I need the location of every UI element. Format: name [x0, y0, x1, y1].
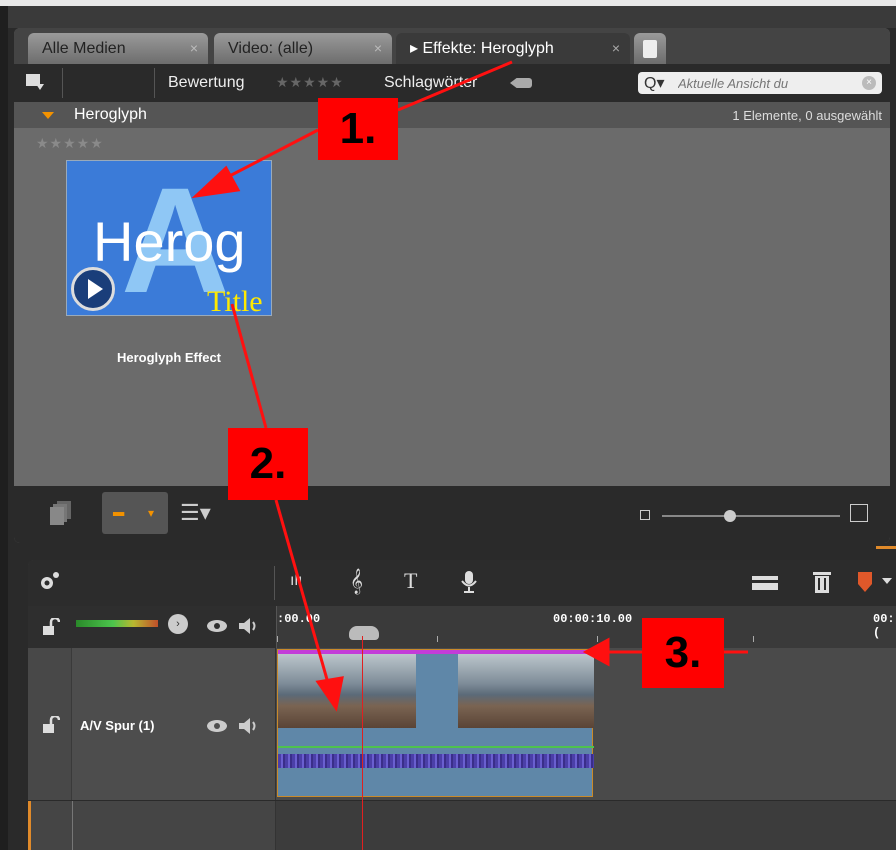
- ruler-tick: [597, 636, 598, 642]
- audio-mixer-icon[interactable]: ılı: [290, 572, 302, 590]
- ruler-tick: [277, 636, 278, 642]
- divider: [154, 68, 155, 98]
- tab-close-icon[interactable]: ×: [612, 33, 620, 64]
- music-clef-icon[interactable]: 𝄞: [350, 568, 363, 594]
- speaker-icon[interactable]: [238, 617, 260, 635]
- track-header: [28, 801, 276, 850]
- library-panel: Alle Medien × Video: (alle) × ▸ Effekte:…: [14, 28, 890, 543]
- divider: [274, 566, 275, 600]
- eye-icon[interactable]: [206, 719, 228, 733]
- audio-waveform: [278, 754, 594, 768]
- clip-frame-thumbnail: [458, 654, 594, 728]
- annotation-callout-3: 3.: [642, 618, 724, 688]
- group-title: Heroglyph: [74, 106, 147, 123]
- zoom-slider[interactable]: [662, 515, 840, 517]
- window-top-strip: [0, 0, 896, 850]
- rating-stars[interactable]: ★★★★★: [276, 74, 344, 91]
- playhead-line: [362, 636, 363, 850]
- timeline-toolbar: ılı 𝄞 T: [28, 560, 896, 606]
- trash-icon[interactable]: [812, 570, 832, 594]
- chevron-down-icon: ▾: [148, 506, 155, 520]
- zoom-small-icon[interactable]: [640, 510, 650, 520]
- ruler-time-0: :00.00: [277, 612, 321, 626]
- search-icon[interactable]: Q▾: [644, 73, 664, 93]
- item-label: Heroglyph Effect: [116, 350, 221, 365]
- track-sidebar: [31, 801, 73, 850]
- annotation-callout-2: 2.: [228, 428, 308, 500]
- collapse-arrow-icon[interactable]: [42, 112, 54, 119]
- ruler-tick: [437, 636, 438, 642]
- marker-icon[interactable]: [858, 572, 894, 594]
- item-rating-stars[interactable]: ★★★★★: [36, 135, 104, 152]
- search-input[interactable]: [678, 73, 848, 93]
- microphone-icon[interactable]: [460, 570, 478, 594]
- grid-view-button[interactable]: ▪▪▪ ▾: [102, 492, 168, 534]
- clear-search-icon[interactable]: ×: [862, 76, 876, 90]
- library-toolbar: Bewertung ★★★★★ Schlagwörter Q▾ ×: [14, 64, 890, 102]
- eye-icon[interactable]: [206, 619, 228, 633]
- tab-close-icon[interactable]: ×: [190, 33, 198, 64]
- search-box[interactable]: Q▾ ×: [638, 72, 882, 94]
- tab-video-all[interactable]: Video: (alle) ×: [214, 33, 392, 64]
- clip-frame-thumbnail: [278, 654, 416, 728]
- tab-label: Video: (alle): [228, 40, 314, 57]
- keywords-filter-label[interactable]: Schlagwörter: [384, 74, 477, 92]
- annotation-callout-1: 1.: [318, 98, 398, 160]
- library-bottom-bar: ▪▪▪ ▾ ☰▾: [14, 486, 890, 543]
- zoom-slider-handle[interactable]: [724, 510, 736, 522]
- speaker-icon[interactable]: [238, 717, 260, 735]
- tab-close-icon[interactable]: ×: [374, 33, 382, 64]
- grid-icon: ▪▪▪: [112, 506, 125, 523]
- group-header: Heroglyph 1 Elemente, 0 ausgewählt: [14, 102, 890, 128]
- zoom-large-icon[interactable]: [850, 504, 868, 522]
- empty-track: [28, 800, 896, 850]
- av-track: A/V Spur (1): [28, 648, 896, 800]
- storyboard-icon[interactable]: [752, 574, 778, 592]
- selection-count: 1 Elemente, 0 ausgewählt: [732, 108, 882, 123]
- thumb-word: Herog: [93, 210, 246, 273]
- lock-icon[interactable]: [42, 716, 60, 734]
- top-edge: [0, 0, 896, 6]
- tab-effects-heroglyph[interactable]: ▸ Effekte: Heroglyph ×: [396, 33, 630, 64]
- track-header: A/V Spur (1): [28, 648, 276, 800]
- timeline-panel: ılı 𝄞 T › :00.00 00:00:10.00 00:(A/V Sp…: [28, 560, 896, 850]
- tab-all-media[interactable]: Alle Medien ×: [28, 33, 208, 64]
- rating-filter-label[interactable]: Bewertung: [168, 74, 245, 92]
- heroglyph-thumbnail[interactable]: A Herog Title: [66, 160, 272, 316]
- volume-line[interactable]: [278, 746, 594, 748]
- settings-gear-icon[interactable]: [38, 570, 60, 592]
- play-icon[interactable]: ›: [168, 614, 188, 634]
- panel-resize-accent: [876, 546, 896, 549]
- import-icon[interactable]: [24, 72, 46, 92]
- ruler-time-10: 00:00:10.00: [553, 612, 633, 626]
- ruler-row: › :00.00 00:00:10.00 00:(: [28, 606, 896, 648]
- stack-icon[interactable]: [50, 500, 72, 526]
- divider: [62, 68, 63, 98]
- list-view-button[interactable]: ☰▾: [180, 500, 226, 526]
- playhead-handle[interactable]: [349, 626, 379, 640]
- ruler-tick: [753, 636, 754, 642]
- play-preview-icon[interactable]: [71, 267, 115, 311]
- audio-level-meter: [76, 620, 158, 627]
- thumb-subtitle: Title: [207, 285, 263, 316]
- pin-icon: [643, 40, 657, 58]
- track-name: A/V Spur (1): [80, 718, 155, 733]
- library-content: ★★★★★ A Herog Title Heroglyph Effect: [14, 128, 890, 486]
- library-tab-bar: Alle Medien × Video: (alle) × ▸ Effekte:…: [14, 28, 890, 64]
- left-edge: [0, 6, 8, 850]
- new-tab-button[interactable]: [634, 33, 666, 64]
- video-clip[interactable]: [277, 649, 594, 797]
- lock-icon[interactable]: [42, 618, 60, 636]
- time-ruler[interactable]: :00.00 00:00:10.00 00:(: [276, 606, 896, 648]
- tab-label: ▸ Effekte: Heroglyph: [410, 40, 554, 57]
- tag-icon[interactable]: [510, 78, 532, 88]
- ruler-time-20: 00:(: [873, 612, 895, 640]
- tab-label: Alle Medien: [42, 40, 126, 57]
- title-text-icon[interactable]: T: [404, 568, 417, 594]
